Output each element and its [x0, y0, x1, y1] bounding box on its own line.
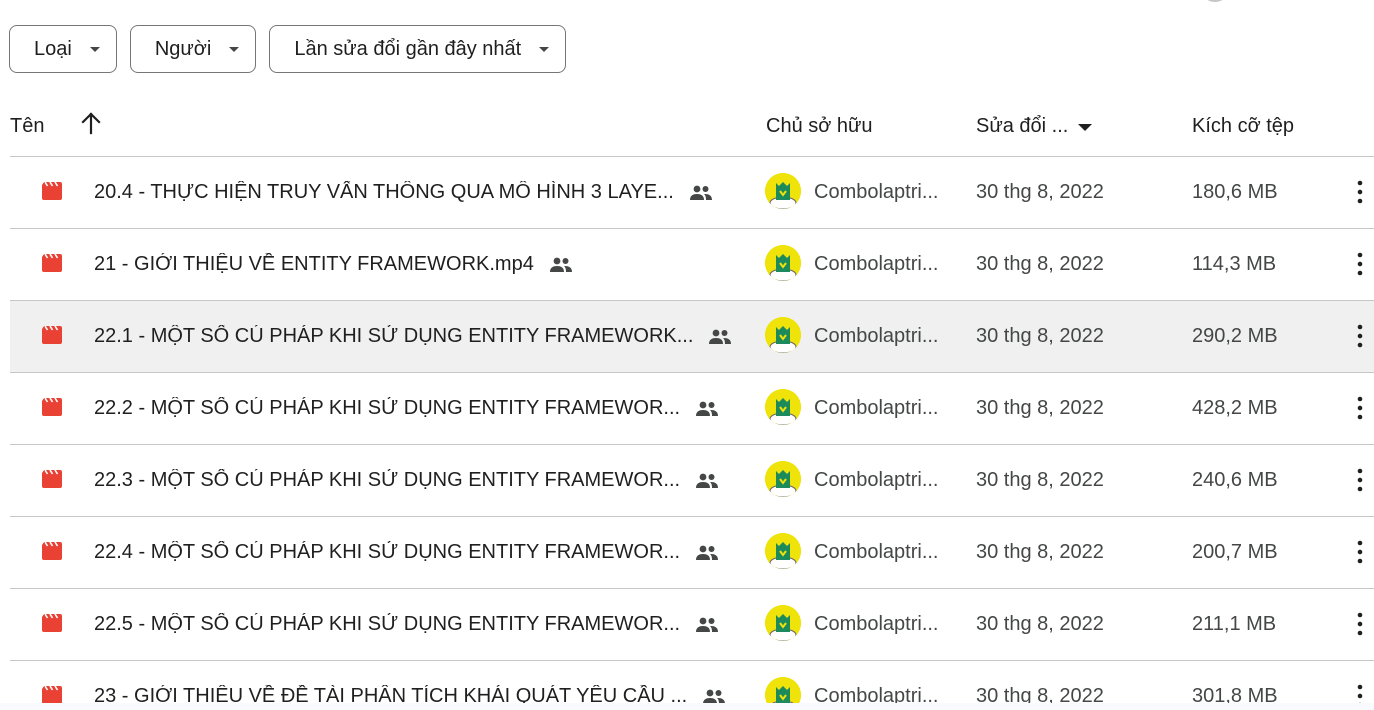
filter-bar: Loại Người Lần sửa đổi gần đây nhất — [9, 25, 567, 73]
file-name-cell: 22.2 - MỘT SỐ CÚ PHÁP KHI SỬ DỤNG ENTITY… — [94, 373, 720, 444]
chevron-down-icon — [229, 46, 240, 52]
file-name-cell: 22.1 - MỘT SỐ CÚ PHÁP KHI SỬ DỤNG ENTITY… — [94, 301, 733, 372]
file-row[interactable]: 22.4 - MỘT SỐ CÚ PHÁP KHI SỬ DỤNG ENTITY… — [10, 516, 1374, 588]
file-name: 22.2 - MỘT SỐ CÚ PHÁP KHI SỬ DỤNG ENTITY… — [94, 397, 681, 419]
bottom-edge — [0, 703, 1374, 710]
owner-name: Combolaptri... — [814, 397, 939, 419]
file-name-cell: 22.4 - MỘT SỐ CÚ PHÁP KHI SỬ DỤNG ENTITY… — [94, 517, 720, 588]
modified-date: 30 thg 8, 2022 — [976, 613, 1104, 635]
file-size: 114,3 MB — [1192, 253, 1277, 275]
modified-date: 30 thg 8, 2022 — [976, 397, 1104, 419]
file-name: 20.4 - THỰC HIỆN TRUY VẤN THÔNG QUA MÔ H… — [94, 181, 674, 203]
more-options-icon[interactable] — [1348, 609, 1372, 639]
column-header-row: Tên Chủ sở hữu Sửa đổi ... Kích cỡ tệp — [0, 98, 1374, 156]
file-size: 211,1 MB — [1192, 613, 1277, 635]
column-size-header[interactable]: Kích cỡ tệp — [1192, 115, 1294, 138]
file-name: 22.5 - MỘT SỐ CÚ PHÁP KHI SỬ DỤNG ENTITY… — [94, 613, 681, 635]
shared-people-icon — [696, 473, 719, 488]
more-options-icon[interactable] — [1348, 537, 1372, 567]
owner-name: Combolaptri... — [814, 325, 939, 347]
shared-people-icon — [696, 545, 719, 560]
sort-dropdown-icon — [1078, 124, 1093, 131]
owner-name: Combolaptri... — [814, 181, 939, 203]
owner-avatar — [765, 317, 801, 353]
more-options-icon[interactable] — [1348, 393, 1372, 423]
owner-avatar — [765, 389, 801, 425]
column-modified-header[interactable]: Sửa đổi ... — [976, 115, 1093, 138]
more-options-icon[interactable] — [1348, 321, 1372, 351]
shared-people-icon — [709, 329, 732, 344]
shared-people-icon — [696, 401, 719, 416]
file-row[interactable]: 22.1 - MỘT SỐ CÚ PHÁP KHI SỬ DỤNG ENTITY… — [10, 300, 1374, 372]
file-name-cell: 20.4 - THỰC HIỆN TRUY VẤN THÔNG QUA MÔ H… — [94, 157, 714, 228]
file-name: 22.3 - MỘT SỐ CÚ PHÁP KHI SỬ DỤNG ENTITY… — [94, 469, 681, 491]
file-name: 21 - GIỚI THIỆU VỀ ENTITY FRAMEWORK.mp4 — [94, 253, 534, 275]
modified-date: 30 thg 8, 2022 — [976, 541, 1104, 563]
owner-name: Combolaptri... — [814, 469, 939, 491]
sort-ascending-arrow-icon[interactable] — [80, 111, 102, 141]
file-name: 22.4 - MỘT SỐ CÚ PHÁP KHI SỬ DỤNG ENTITY… — [94, 541, 681, 563]
filter-people-label: Người — [154, 37, 212, 60]
filter-modified-label: Lần sửa đổi gần đây nhất — [294, 37, 522, 60]
video-file-icon — [42, 397, 62, 416]
chevron-down-icon — [89, 46, 100, 52]
filter-modified-chip[interactable]: Lần sửa đổi gần đây nhất — [269, 25, 567, 73]
file-rows: 20.4 - THỰC HIỆN TRUY VẤN THÔNG QUA MÔ H… — [10, 156, 1374, 710]
file-row[interactable]: 22.5 - MỘT SỐ CÚ PHÁP KHI SỬ DỤNG ENTITY… — [10, 588, 1374, 660]
video-file-icon — [42, 541, 62, 560]
more-options-icon[interactable] — [1348, 465, 1372, 495]
filter-people-chip[interactable]: Người — [129, 25, 257, 73]
column-modified-label: Sửa đổi ... — [976, 115, 1069, 137]
file-name-cell: 22.5 - MỘT SỐ CÚ PHÁP KHI SỬ DỤNG ENTITY… — [94, 589, 720, 660]
owner-name: Combolaptri... — [814, 253, 939, 275]
shared-people-icon — [696, 617, 719, 632]
file-size: 290,2 MB — [1192, 325, 1278, 347]
file-row[interactable]: 22.2 - MỘT SỐ CÚ PHÁP KHI SỬ DỤNG ENTITY… — [10, 372, 1374, 444]
file-size: 180,6 MB — [1192, 181, 1278, 203]
file-name-cell: 22.3 - MỘT SỐ CÚ PHÁP KHI SỬ DỤNG ENTITY… — [94, 445, 720, 516]
video-file-icon — [42, 469, 62, 488]
account-avatar-partial[interactable] — [1200, 0, 1230, 2]
chevron-down-icon — [539, 46, 550, 52]
file-size: 240,6 MB — [1192, 469, 1278, 491]
shared-people-icon — [549, 257, 572, 272]
owner-avatar — [765, 461, 801, 497]
more-options-icon[interactable] — [1348, 249, 1372, 279]
file-size: 200,7 MB — [1192, 541, 1278, 563]
modified-date: 30 thg 8, 2022 — [976, 469, 1104, 491]
owner-name: Combolaptri... — [814, 541, 939, 563]
modified-date: 30 thg 8, 2022 — [976, 181, 1104, 203]
file-row[interactable]: 21 - GIỚI THIỆU VỀ ENTITY FRAMEWORK.mp4 … — [10, 228, 1374, 300]
file-row[interactable]: 20.4 - THỰC HIỆN TRUY VẤN THÔNG QUA MÔ H… — [10, 156, 1374, 228]
file-size: 428,2 MB — [1192, 397, 1278, 419]
filter-type-label: Loại — [34, 37, 72, 60]
owner-avatar — [765, 605, 801, 641]
file-name: 22.1 - MỘT SỐ CÚ PHÁP KHI SỬ DỤNG ENTITY… — [94, 325, 694, 347]
owner-avatar — [765, 533, 801, 569]
column-name-header[interactable]: Tên — [10, 115, 44, 138]
owner-avatar — [765, 245, 801, 281]
video-file-icon — [42, 613, 62, 632]
filter-type-chip[interactable]: Loại — [9, 25, 117, 73]
column-owner-header[interactable]: Chủ sở hữu — [766, 115, 873, 138]
video-file-icon — [42, 253, 62, 272]
owner-avatar — [765, 173, 801, 209]
modified-date: 30 thg 8, 2022 — [976, 253, 1104, 275]
video-file-icon — [42, 325, 62, 344]
file-row[interactable]: 22.3 - MỘT SỐ CÚ PHÁP KHI SỬ DỤNG ENTITY… — [10, 444, 1374, 516]
modified-date: 30 thg 8, 2022 — [976, 325, 1104, 347]
shared-people-icon — [689, 185, 712, 200]
owner-name: Combolaptri... — [814, 613, 939, 635]
drive-file-list: Loại Người Lần sửa đổi gần đây nhất Tên … — [0, 0, 1374, 710]
video-file-icon — [42, 181, 62, 200]
more-options-icon[interactable] — [1348, 177, 1372, 207]
file-name-cell: 21 - GIỚI THIỆU VỀ ENTITY FRAMEWORK.mp4 — [94, 229, 574, 300]
